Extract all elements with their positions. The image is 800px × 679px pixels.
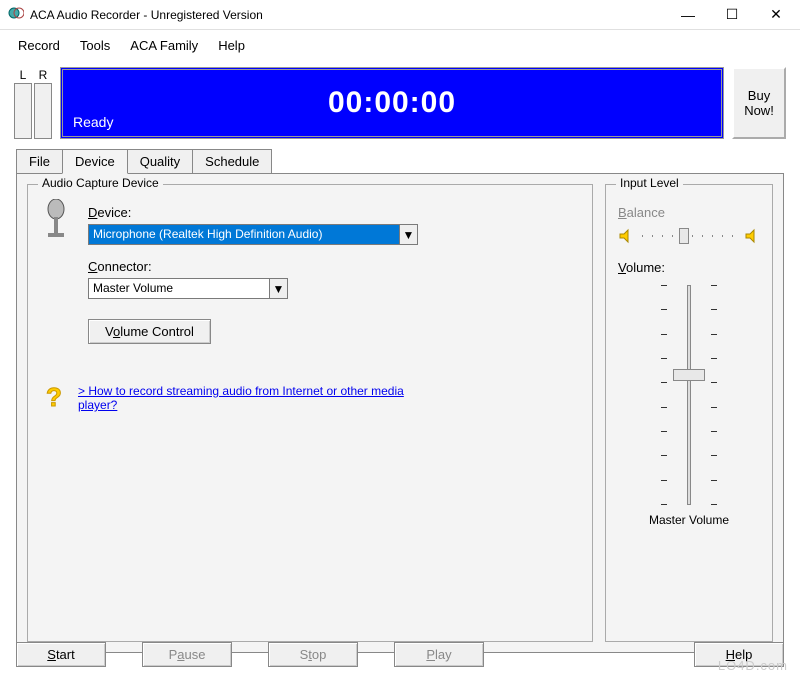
minimize-button[interactable]: — bbox=[666, 1, 710, 29]
window-title: ACA Audio Recorder - Unregistered Versio… bbox=[30, 8, 666, 22]
right-meter: R bbox=[34, 83, 52, 139]
volume-slider[interactable] bbox=[629, 285, 749, 505]
stop-button[interactable]: Stop bbox=[268, 642, 358, 667]
connector-label: Connector: bbox=[88, 259, 580, 274]
start-button[interactable]: Start bbox=[16, 642, 106, 667]
menu-aca-family[interactable]: ACA Family bbox=[122, 34, 206, 57]
level-meters: L R bbox=[14, 83, 52, 139]
volume-channel-label: Master Volume bbox=[618, 513, 760, 527]
left-meter-label: L bbox=[15, 68, 31, 82]
tab-file[interactable]: File bbox=[16, 149, 63, 173]
timer-text: 00:00:00 bbox=[328, 86, 456, 120]
balance-label: Balance bbox=[618, 205, 760, 220]
group-legend-acd: Audio Capture Device bbox=[38, 176, 163, 190]
pause-button[interactable]: Pause bbox=[142, 642, 232, 667]
chevron-down-icon[interactable]: ▼ bbox=[399, 225, 417, 244]
menu-help[interactable]: Help bbox=[210, 34, 253, 57]
watermark: LO4D.com bbox=[718, 658, 788, 673]
close-button[interactable]: ✕ bbox=[754, 1, 798, 29]
device-combo-value: Microphone (Realtek High Definition Audi… bbox=[89, 225, 399, 244]
tab-quality[interactable]: Quality bbox=[127, 149, 193, 173]
menu-bar: Record Tools ACA Family Help bbox=[0, 30, 800, 61]
svg-text:?: ? bbox=[46, 384, 62, 412]
question-icon: ? bbox=[40, 384, 68, 412]
tab-schedule[interactable]: Schedule bbox=[192, 149, 272, 173]
status-text: Ready bbox=[73, 114, 113, 130]
menu-record[interactable]: Record bbox=[10, 34, 68, 57]
maximize-button[interactable]: ☐ bbox=[710, 1, 754, 29]
right-meter-label: R bbox=[35, 68, 51, 82]
buy-now-button[interactable]: Buy Now! bbox=[732, 67, 786, 139]
tab-panel-device: Audio Capture Device Device: Microphone … bbox=[16, 173, 784, 653]
help-link-streaming[interactable]: > How to record streaming audio from Int… bbox=[78, 384, 438, 412]
tabs: File Device Quality Schedule bbox=[0, 149, 800, 173]
left-meter: L bbox=[14, 83, 32, 139]
balance-slider[interactable] bbox=[638, 226, 740, 246]
volume-label: Volume: bbox=[618, 260, 760, 275]
title-bar[interactable]: ACA Audio Recorder - Unregistered Versio… bbox=[0, 0, 800, 30]
group-audio-capture-device: Audio Capture Device Device: Microphone … bbox=[27, 184, 593, 642]
group-input-level: Input Level Balance Volume: Master Volum… bbox=[605, 184, 773, 642]
speaker-right-icon bbox=[744, 228, 760, 244]
recorder-display: Ready 00:00:00 bbox=[60, 67, 724, 139]
volume-control-button[interactable]: Volume Control bbox=[88, 319, 211, 344]
tab-device[interactable]: Device bbox=[62, 149, 128, 174]
connector-combo[interactable]: Master Volume ▼ bbox=[88, 278, 288, 299]
speaker-left-icon bbox=[618, 228, 634, 244]
microphone-icon bbox=[40, 199, 76, 344]
connector-combo-value: Master Volume bbox=[89, 279, 269, 298]
play-button[interactable]: Play bbox=[394, 642, 484, 667]
chevron-down-icon[interactable]: ▼ bbox=[269, 279, 287, 298]
device-label: Device: bbox=[88, 205, 580, 220]
group-legend-input: Input Level bbox=[616, 176, 683, 190]
device-combo[interactable]: Microphone (Realtek High Definition Audi… bbox=[88, 224, 418, 245]
menu-tools[interactable]: Tools bbox=[72, 34, 118, 57]
app-icon bbox=[8, 5, 24, 24]
bottom-button-bar: Start Pause Stop Play Help bbox=[16, 642, 784, 667]
